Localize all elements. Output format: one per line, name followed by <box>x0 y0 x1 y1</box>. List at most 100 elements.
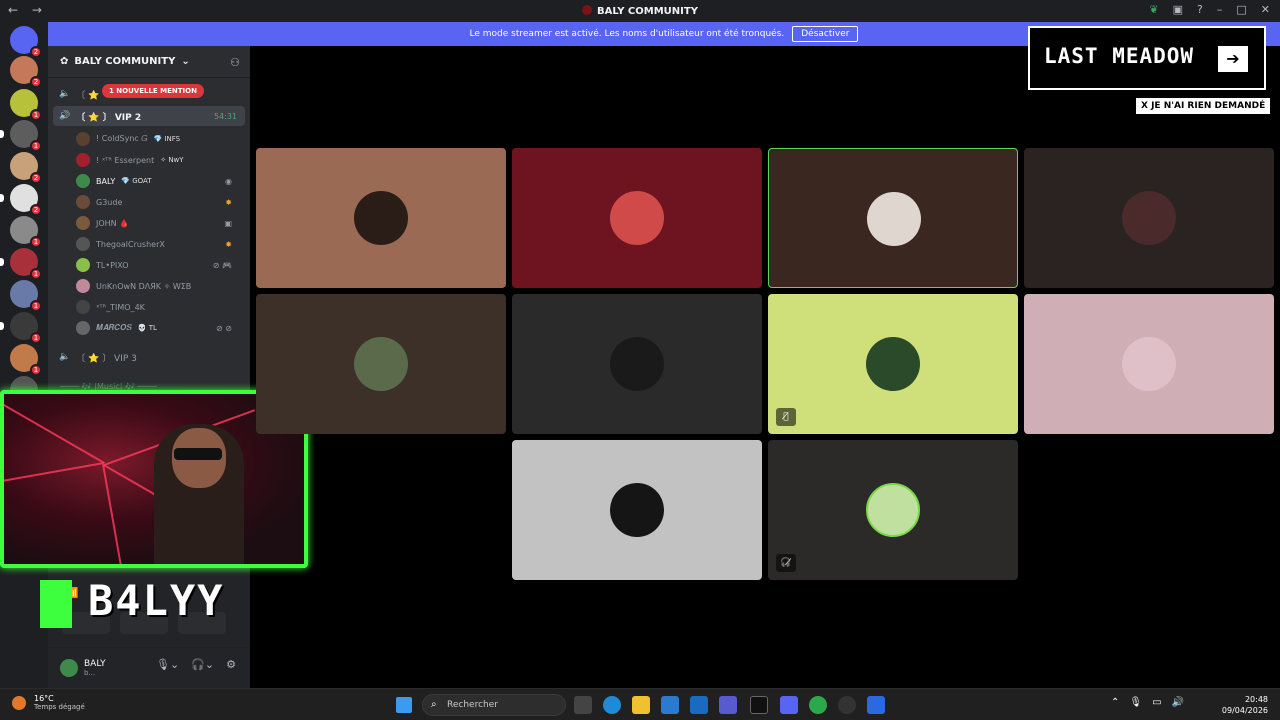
disable-streamer-button[interactable]: Désactiver <box>792 26 859 42</box>
participant-tile[interactable] <box>256 294 506 434</box>
chrome-icon[interactable] <box>809 696 827 714</box>
server-icon[interactable]: 1 <box>10 89 42 121</box>
windows-start-icon[interactable] <box>396 697 412 713</box>
user-name: BALY <box>84 659 106 669</box>
leaf-icon[interactable]: ❦ <box>1149 3 1158 16</box>
unread-pill <box>0 194 4 202</box>
participant-tile[interactable] <box>1024 148 1274 288</box>
voice-member[interactable]: 𝑴𝑨𝑹𝑪𝑶𝑺 💀 TL ⊘ ⊘ <box>76 319 240 337</box>
obs-icon[interactable] <box>838 696 856 714</box>
store-icon[interactable] <box>661 696 679 714</box>
user-panel: BALY b... 🎙⌄ 🎧⌄ ⚙ <box>48 648 250 688</box>
close-button[interactable]: ✕ <box>1261 3 1270 16</box>
screen-icon[interactable]: ▣ <box>1173 3 1183 16</box>
banner-text: Le mode streamer est activé. Les noms d'… <box>469 29 785 39</box>
brand-logo: B4LYY <box>88 576 225 625</box>
voice-member[interactable]: TL•PIXO ⊘ 🎮 <box>76 256 240 274</box>
badge: 2 <box>30 76 42 88</box>
avatar <box>76 132 90 146</box>
channel-label: 〔 ⭐ 〕 VIP 2 <box>76 112 142 123</box>
participant-tile[interactable] <box>512 294 762 434</box>
weather-widget[interactable]: 16°C Temps dégagé <box>12 694 85 711</box>
network-icon[interactable]: ▭ <box>1152 697 1161 708</box>
teams-icon[interactable] <box>719 696 737 714</box>
voice-member[interactable]: ! ˣᵀᴿ Esserpent ✧ NwY <box>76 151 240 169</box>
voice-member[interactable]: ! ColdSync 𝐺 💎 INFS <box>76 130 240 148</box>
participant-tile[interactable] <box>1024 294 1274 434</box>
voice-member[interactable]: JOHN 🩸 ▣ <box>76 214 240 232</box>
participant-tile[interactable]: 🎙̸ <box>768 294 1018 434</box>
overlay-caption: X JE N'AI RIEN DEMANDÉ <box>1136 98 1271 114</box>
server-icon[interactable]: 2 <box>10 152 42 184</box>
arrow-right-icon: ➔ <box>1218 46 1248 72</box>
badge: 2 <box>30 172 42 184</box>
unread-pill <box>0 130 4 138</box>
avatar <box>76 321 90 335</box>
mic-muted-icon: ⊘ 🎮 <box>212 260 232 270</box>
server-icon[interactable]: 1 <box>10 216 42 248</box>
server-logo-icon: ✿ <box>60 56 69 67</box>
light-ray <box>4 394 105 464</box>
volume-icon[interactable]: 🔊 <box>1172 697 1184 708</box>
help-icon[interactable]: ? <box>1197 3 1203 16</box>
maximize-button[interactable]: □ <box>1236 3 1246 16</box>
server-header[interactable]: ✿ BALY COMMUNITY ⌄ ⚇ <box>48 46 250 78</box>
file-explorer-icon[interactable] <box>632 696 650 714</box>
microphone-icon[interactable]: 🎙 <box>1129 697 1142 708</box>
participant-tile[interactable]: 🎧̸ <box>768 440 1018 580</box>
badge: 1 <box>30 332 42 344</box>
server-icon[interactable]: 1 <box>10 344 42 376</box>
avatar[interactable] <box>60 659 78 677</box>
avatar <box>610 337 664 391</box>
server-icon[interactable]: 2 <box>10 56 42 88</box>
server-icon[interactable]: 1 <box>0 248 42 280</box>
mic-muted-icon: 🎙̸ <box>776 408 796 426</box>
avatar <box>76 279 90 293</box>
voice-channel-vip2[interactable]: 🔊 〔 ⭐ 〕 VIP 2 54:31 <box>53 106 245 126</box>
badge: 1 <box>30 300 42 312</box>
discord-home-icon[interactable]: 2 <box>10 26 42 58</box>
minimize-button[interactable]: – <box>1217 3 1223 16</box>
voice-member[interactable]: G3ude ✸ <box>76 193 240 211</box>
microphone-icon[interactable]: 🎙⌄ <box>156 658 179 671</box>
task-view-icon[interactable] <box>574 696 592 714</box>
server-icon[interactable]: 1 <box>10 280 42 312</box>
user-controls: 🎙⌄ 🎧⌄ ⚙ <box>156 658 236 671</box>
light-ray <box>4 462 104 492</box>
discord-icon[interactable] <box>780 696 798 714</box>
participant-tile[interactable] <box>512 148 762 288</box>
brand-logo-icon <box>40 580 72 628</box>
headphones-icon[interactable]: 🎧⌄ <box>191 658 214 671</box>
server-icon[interactable]: 1 <box>0 312 42 344</box>
terminal-icon[interactable] <box>750 696 768 714</box>
add-user-icon[interactable]: ⚇ <box>230 56 240 69</box>
voice-member[interactable]: BALY 💎 GOAT ◉ <box>76 172 240 190</box>
avatar <box>76 258 90 272</box>
user-status: b... <box>84 669 96 677</box>
outlook-icon[interactable] <box>690 696 708 714</box>
new-mention-pill[interactable]: 1 NOUVELLE MENTION <box>102 84 204 98</box>
clock[interactable]: 20:48 09/04/2026 <box>1222 694 1268 716</box>
chevron-down-icon: ⌄ <box>181 56 190 67</box>
voice-member[interactable]: UnKnOwN DΛЯK ✧ WΣB <box>76 277 240 295</box>
gear-icon[interactable]: ⚙ <box>226 658 236 671</box>
badge: 1 <box>30 140 42 152</box>
participant-tile-speaking[interactable] <box>768 148 1018 288</box>
voice-member[interactable]: ThegoalCrusherX ✸ <box>76 235 240 253</box>
chevron-up-icon[interactable]: ⌃ <box>1111 697 1119 708</box>
activity-icon: ✸ <box>225 197 232 207</box>
avatar <box>1122 337 1176 391</box>
game-promo-overlay[interactable]: LAST MEADOW ➔ <box>1028 26 1266 90</box>
server-icon[interactable]: 1 <box>0 120 42 152</box>
taskbar-search[interactable]: ⌕ Rechercher <box>422 694 566 716</box>
participant-tile[interactable] <box>512 440 762 580</box>
defender-icon[interactable] <box>867 696 885 714</box>
badge: 1 <box>30 109 42 121</box>
speaker-icon: 🔈 <box>59 352 71 362</box>
voice-channel-vip3[interactable]: 🔈 〔 ⭐ 〕 VIP 3 <box>53 347 245 367</box>
voice-member[interactable]: ˣᵀᴿ_TIMO_4K <box>76 298 240 316</box>
participant-tile[interactable] <box>256 148 506 288</box>
server-icon[interactable]: 2 <box>0 184 42 216</box>
edge-icon[interactable] <box>603 696 621 714</box>
search-icon: ⌕ <box>431 699 437 710</box>
